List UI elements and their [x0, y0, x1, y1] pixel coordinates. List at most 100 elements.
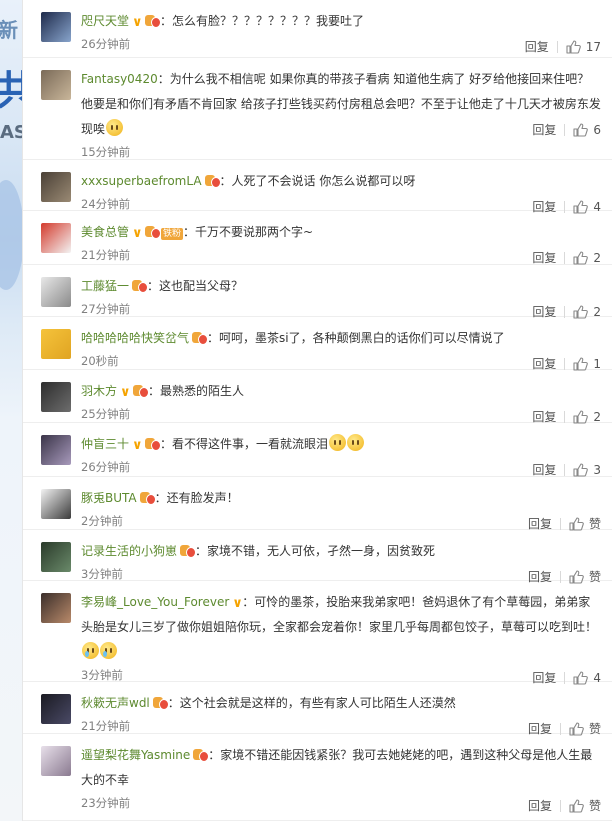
comment-item: xxxsuperbaefromLA ：人死了不会说话 你怎么说都可以呀 24分钟前回… — [23, 160, 612, 214]
comment-timestamp: 21分钟前 — [81, 719, 131, 733]
user-avatar[interactable] — [41, 435, 71, 465]
comment-item: 记录生活的小狗崽 ：家境不错，无人可依，孑然一身，因贫致死 3分钟前 回复赞 — [23, 530, 612, 584]
username-link[interactable]: 记录生活的小狗崽 — [81, 544, 177, 558]
comment-body: 羽木方 ∨ ：最熟悉的陌生人 25分钟前 — [81, 379, 601, 422]
comment-body: Fantasy0420：为什么我不相信呢 如果你真的带孩子看病 知道他生病了 好… — [81, 67, 601, 160]
action-divider — [559, 517, 561, 530]
comment-timestamp: 23分钟前 — [81, 796, 131, 810]
crying-emoji-icon — [100, 642, 117, 659]
comment-body: 工藤猛一 ：这也配当父母？ 27分钟前 — [81, 274, 601, 317]
reply-button[interactable]: 回复 — [525, 39, 549, 55]
reply-button[interactable]: 回复 — [532, 250, 556, 266]
username-link[interactable]: 遥望梨花舞Yasmine — [81, 748, 190, 762]
comment-item: 工藤猛一 ：这也配当父母？ 27分钟前 回复 2 — [23, 265, 612, 319]
comment-body: xxxsuperbaefromLA ：人死了不会说话 你怎么说都可以呀 24分钟前 — [81, 169, 601, 212]
sad-emoji-icon — [329, 434, 347, 451]
like-count[interactable]: 6 — [593, 122, 601, 138]
username-link[interactable]: 哈哈哈哈哈快笑岔气 — [81, 331, 189, 345]
verified-v-icon: ∨ — [132, 226, 143, 241]
thumbs-up-icon[interactable] — [573, 356, 589, 371]
action-divider — [564, 123, 566, 136]
comment-content: ：为什么我不相信呢 如果你真的带孩子看病 知道他生病了 好歹给他接回来住吧？他要… — [81, 72, 601, 136]
user-avatar[interactable] — [41, 593, 71, 623]
comment-content: ：这个社会就是这样的，有些有家人可比陌生人还漠然 — [167, 696, 456, 710]
action-divider — [564, 251, 566, 264]
comment-timestamp: 24分钟前 — [81, 197, 131, 211]
background-text-fragment: 共 — [0, 68, 22, 114]
user-avatar[interactable] — [41, 172, 71, 202]
username-link[interactable]: xxxsuperbaefromLA — [81, 174, 202, 188]
user-avatar[interactable] — [41, 12, 71, 42]
comment-body: 秋簌无声wdl ：这个社会就是这样的，有些有家人可比陌生人还漠然 21分钟前 — [81, 691, 601, 734]
verified-v-icon: ∨ — [132, 15, 143, 30]
user-avatar[interactable] — [41, 542, 71, 572]
comment-body: 仲盲三十 ∨ ：看不得这件事，一看就流眼泪 26分钟前 — [81, 432, 601, 475]
user-avatar[interactable] — [41, 329, 71, 359]
comment-content: ：怎么有脸？？？？？？？？我要吐了 — [160, 14, 365, 28]
verified-v-icon: ∨ — [120, 385, 131, 400]
background-page-strip: 新 共 AS — [0, 0, 22, 821]
thumbs-up-icon[interactable] — [566, 39, 581, 54]
thumbs-up-icon[interactable] — [573, 462, 589, 477]
reply-button[interactable]: 回复 — [532, 122, 556, 138]
user-avatar[interactable] — [41, 382, 71, 412]
thumbs-up-icon[interactable] — [573, 250, 589, 265]
comment-body: 咫尺天堂 ∨ ：怎么有脸？？？？？？？？我要吐了 26分钟前 — [81, 9, 601, 52]
like-count[interactable]: 2 — [593, 250, 601, 266]
user-avatar[interactable] — [41, 223, 71, 253]
action-divider — [564, 305, 566, 318]
comment-content: ：人死了不会说话 你怎么说都可以呀 — [219, 174, 416, 188]
like-count[interactable]: 赞 — [589, 798, 601, 814]
comment-content: ：这也配当父母？ — [147, 279, 244, 293]
like-count[interactable]: 3 — [593, 462, 601, 478]
action-divider — [564, 410, 566, 423]
like-count[interactable]: 17 — [586, 39, 601, 55]
username-link[interactable]: 咫尺天堂 — [81, 14, 129, 28]
reply-button[interactable]: 回复 — [532, 462, 556, 478]
username-link[interactable]: 仲盲三十 — [81, 437, 129, 451]
member-level-icon — [204, 174, 221, 188]
username-link[interactable]: 李易峰_Love_You_Forever — [81, 595, 229, 609]
action-divider — [559, 799, 561, 812]
comment-timestamp: 15分钟前 — [81, 145, 131, 159]
comment-item: 美食总管 ∨ 铁粉 ：千万不要说那两个字~ 21分钟前 回复 2 — [23, 211, 612, 265]
user-avatar[interactable] — [41, 694, 71, 724]
comment-item: Fantasy0420：为什么我不相信呢 如果你真的带孩子看病 知道他生病了 好… — [23, 58, 612, 160]
comment-timestamp: 3分钟前 — [81, 567, 123, 581]
member-level-icon — [192, 331, 209, 345]
comment-body: 豚兎BUTA ：还有脸发声！ 2分钟前 — [81, 486, 601, 529]
username-link[interactable]: 羽木方 — [81, 384, 117, 398]
user-avatar[interactable] — [41, 70, 71, 100]
comment-timestamp: 26分钟前 — [81, 37, 131, 51]
comment-timestamp: 21分钟前 — [81, 248, 131, 262]
username-link[interactable]: 美食总管 — [81, 225, 129, 239]
thumbs-up-icon[interactable] — [569, 798, 584, 813]
comment-item: 秋簌无声wdl ：这个社会就是这样的，有些有家人可比陌生人还漠然 21分钟前 回复赞 — [23, 682, 612, 736]
comment-body: 美食总管 ∨ 铁粉 ：千万不要说那两个字~ 21分钟前 — [81, 220, 601, 263]
thumbs-up-icon[interactable] — [573, 409, 589, 424]
comment-item: 仲盲三十 ∨ ：看不得这件事，一看就流眼泪 26分钟前 回复 3 — [23, 423, 612, 477]
comment-text: Fantasy0420：为什么我不相信呢 如果你真的带孩子看病 知道他生病了 好… — [81, 67, 601, 142]
comment-text: 羽木方 ∨ ：最熟悉的陌生人 — [81, 379, 601, 404]
comment-actions: 回复 2 — [532, 249, 601, 266]
comment-text: 仲盲三十 ∨ ：看不得这件事，一看就流眼泪 — [81, 432, 601, 457]
action-divider — [556, 40, 558, 53]
comment-actions: 回复 6 — [532, 121, 601, 138]
comment-content: ：家境不错，无人可依，孑然一身，因贫致死 — [195, 544, 436, 558]
username-link[interactable]: 豚兎BUTA — [81, 491, 137, 505]
user-avatar[interactable] — [41, 277, 71, 307]
comment-text: 遥望梨花舞Yasmine ：家境不错还能因钱紧张？我可去她姥姥的吧，遇到这种父母是… — [81, 743, 601, 793]
username-link[interactable]: Fantasy0420 — [81, 72, 158, 86]
background-text-fragment: 新 — [0, 18, 18, 42]
user-avatar[interactable] — [41, 489, 71, 519]
reply-button[interactable]: 回复 — [528, 798, 552, 814]
thumbs-up-icon[interactable] — [573, 122, 589, 137]
comment-actions: 回复 3 — [532, 461, 601, 478]
username-link[interactable]: 工藤猛一 — [81, 279, 129, 293]
background-text-fragment: AS — [0, 122, 22, 143]
member-level-icon — [152, 696, 169, 710]
thumbs-up-icon[interactable] — [569, 516, 584, 531]
username-link[interactable]: 秋簌无声wdl — [81, 696, 150, 710]
comment-content: ：最熟悉的陌生人 — [148, 384, 245, 398]
user-avatar[interactable] — [41, 746, 71, 776]
